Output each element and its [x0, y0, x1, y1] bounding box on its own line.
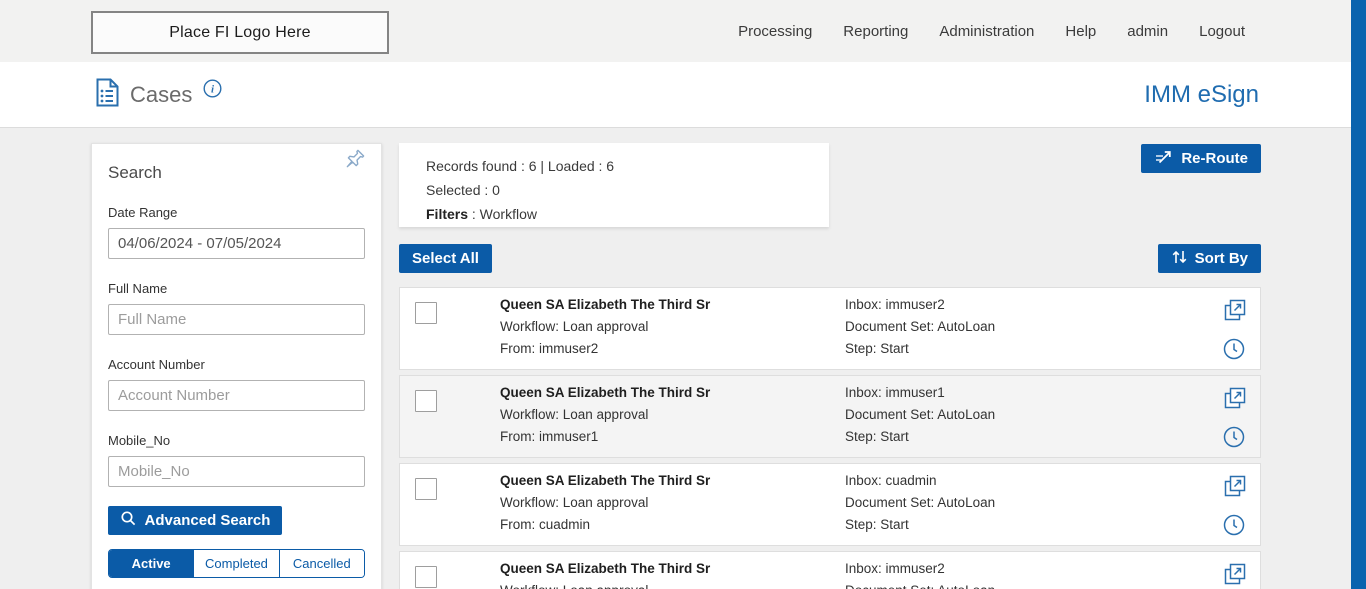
case-from: From: immuser1 — [500, 426, 710, 448]
case-workflow: Workflow: Loan approval — [500, 580, 710, 589]
filters-line: Filters : Workflow — [426, 202, 829, 226]
brand-imm-esign: IMM eSign — [1144, 62, 1259, 128]
nav-item-help[interactable]: Help — [1065, 23, 1096, 40]
case-list: Queen SA Elizabeth The Third Sr Workflow… — [399, 287, 1261, 589]
case-row: Queen SA Elizabeth The Third Sr Workflow… — [399, 551, 1261, 589]
reroute-button[interactable]: Re-Route — [1141, 144, 1261, 173]
sort-by-button[interactable]: Sort By — [1158, 244, 1261, 273]
info-icon[interactable]: i — [203, 79, 222, 103]
open-case-icon[interactable] — [1221, 472, 1251, 505]
filters-label: Filters — [426, 206, 468, 222]
top-bar: Place FI Logo Here Processing Reporting … — [0, 0, 1366, 62]
case-title: Queen SA Elizabeth The Third Sr — [500, 294, 710, 316]
selected-count-line: Selected : 0 — [426, 178, 829, 202]
case-checkbox[interactable] — [415, 302, 437, 324]
case-row: Queen SA Elizabeth The Third Sr Workflow… — [399, 287, 1261, 370]
case-document-set: Document Set: AutoLoan — [845, 492, 995, 514]
case-step: Step: Start — [845, 338, 995, 360]
date-range-label: Date Range — [108, 205, 365, 220]
select-all-label: Select All — [412, 250, 479, 267]
case-title: Queen SA Elizabeth The Third Sr — [500, 382, 710, 404]
tab-completed[interactable]: Completed — [193, 550, 278, 577]
cases-main-area: Records found : 6 | Loaded : 6 Selected … — [399, 143, 1261, 589]
case-row: Queen SA Elizabeth The Third Sr Workflow… — [399, 463, 1261, 546]
sort-by-label: Sort By — [1195, 250, 1248, 267]
case-checkbox[interactable] — [415, 390, 437, 412]
top-navigation: Processing Reporting Administration Help… — [738, 0, 1245, 62]
advanced-search-button[interactable]: Advanced Search — [108, 506, 282, 535]
case-row: Queen SA Elizabeth The Third Sr Workflow… — [399, 375, 1261, 458]
case-checkbox[interactable] — [415, 478, 437, 500]
fi-logo-text: Place FI Logo Here — [169, 24, 310, 42]
case-title: Queen SA Elizabeth The Third Sr — [500, 558, 710, 580]
page-title: Cases — [130, 82, 192, 108]
case-from: From: cuadmin — [500, 514, 710, 536]
open-case-icon[interactable] — [1221, 560, 1251, 589]
select-all-button[interactable]: Select All — [399, 244, 492, 273]
mobile-no-label: Mobile_No — [108, 433, 365, 448]
pin-icon[interactable] — [339, 147, 367, 175]
esign-cases-screen: Place FI Logo Here Processing Reporting … — [0, 0, 1366, 589]
page-header: Cases i IMM eSign — [0, 62, 1366, 128]
nav-item-logout[interactable]: Logout — [1199, 23, 1245, 40]
sort-arrows-icon — [1171, 249, 1188, 269]
reroute-icon — [1154, 148, 1174, 170]
history-clock-icon[interactable] — [1221, 424, 1251, 455]
case-inbox: Inbox: cuadmin — [845, 470, 995, 492]
mobile-no-input[interactable] — [108, 456, 365, 487]
search-panel-title: Search — [108, 163, 365, 183]
case-workflow: Workflow: Loan approval — [500, 404, 710, 426]
nav-item-administration[interactable]: Administration — [939, 23, 1034, 40]
advanced-search-label: Advanced Search — [145, 512, 271, 529]
account-number-input[interactable] — [108, 380, 365, 411]
records-found-line: Records found : 6 | Loaded : 6 — [426, 154, 829, 178]
full-name-label: Full Name — [108, 281, 365, 296]
nav-item-processing[interactable]: Processing — [738, 23, 812, 40]
nav-item-reporting[interactable]: Reporting — [843, 23, 908, 40]
results-summary: Records found : 6 | Loaded : 6 Selected … — [399, 143, 829, 227]
case-document-set: Document Set: AutoLoan — [845, 580, 995, 589]
case-inbox: Inbox: immuser2 — [845, 558, 995, 580]
case-workflow: Workflow: Loan approval — [500, 316, 710, 338]
open-case-icon[interactable] — [1221, 384, 1251, 417]
search-icon — [120, 510, 137, 531]
tab-cancelled[interactable]: Cancelled — [279, 550, 364, 577]
filters-value: : Workflow — [468, 206, 537, 222]
search-panel: Search Date Range Full Name Account Numb… — [91, 143, 382, 589]
status-tabs: Active Completed Cancelled — [108, 549, 365, 578]
case-title: Queen SA Elizabeth The Third Sr — [500, 470, 710, 492]
date-range-input[interactable] — [108, 228, 365, 259]
history-clock-icon[interactable] — [1221, 336, 1251, 367]
tab-active[interactable]: Active — [109, 550, 193, 577]
open-case-icon[interactable] — [1221, 296, 1251, 329]
case-document-set: Document Set: AutoLoan — [845, 316, 995, 338]
case-step: Step: Start — [845, 426, 995, 448]
case-inbox: Inbox: immuser1 — [845, 382, 995, 404]
case-document-set: Document Set: AutoLoan — [845, 404, 995, 426]
cases-document-icon — [95, 78, 119, 112]
vertical-scrollbar[interactable] — [1351, 0, 1366, 589]
case-inbox: Inbox: immuser2 — [845, 294, 995, 316]
full-name-input[interactable] — [108, 304, 365, 335]
case-checkbox[interactable] — [415, 566, 437, 588]
reroute-label: Re-Route — [1181, 150, 1248, 167]
account-number-label: Account Number — [108, 357, 365, 372]
fi-logo-placeholder: Place FI Logo Here — [91, 11, 389, 54]
case-workflow: Workflow: Loan approval — [500, 492, 710, 514]
nav-item-admin-user[interactable]: admin — [1127, 23, 1168, 40]
history-clock-icon[interactable] — [1221, 512, 1251, 543]
case-step: Step: Start — [845, 514, 995, 536]
case-from: From: immuser2 — [500, 338, 710, 360]
